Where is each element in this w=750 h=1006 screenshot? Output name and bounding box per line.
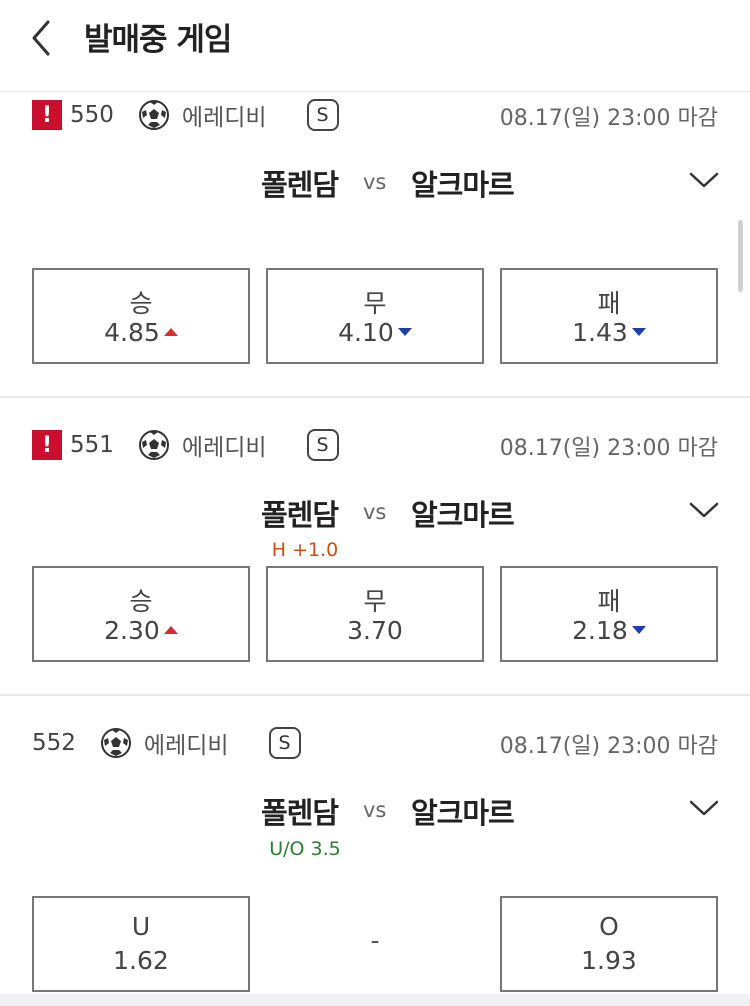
odds-button-lose[interactable]: 패 1.43 (500, 268, 718, 364)
deadline-text: 08.17(일) 23:00 마감 (499, 734, 718, 759)
odds-value-row: 2.30 (34, 616, 248, 645)
odds-value: 1.93 (581, 946, 637, 975)
odds-label: 패 (597, 587, 621, 616)
odds-button-lose[interactable]: 패 2.18 (500, 566, 718, 662)
league-name: 에레디비 (143, 733, 229, 759)
handicap-label: U/O 3.5 (269, 838, 341, 860)
alert-badge: ! (32, 100, 62, 130)
home-team: 폴렌담 (260, 796, 339, 830)
odds-value-row: 1.93 (502, 946, 716, 975)
odds-up-icon (163, 328, 178, 336)
away-team: 알크마르 (411, 796, 515, 830)
odds-label: 패 (597, 289, 621, 318)
odds-button-draw[interactable]: 무 4.10 (266, 268, 484, 364)
away-team: 알크마르 (411, 168, 515, 202)
bottom-strip (0, 994, 750, 1006)
game-meta-row: ! 550 에레디비 S (32, 98, 339, 132)
deadline-text: 08.17(일) 23:00 마감 (499, 436, 718, 461)
vs-label: vs (363, 170, 387, 194)
card-divider (0, 396, 750, 398)
no-draw-dash: - (370, 926, 380, 955)
card-divider (0, 694, 750, 696)
soccer-ball-icon (138, 430, 169, 460)
page-title: 발매중 게임 (84, 22, 232, 58)
odds-value: 4.10 (338, 318, 394, 347)
chevron-down-icon[interactable] (688, 498, 720, 522)
odds-value-row: 1.62 (34, 946, 248, 975)
game-number: 551 (70, 432, 114, 458)
odds-button-win[interactable]: 승 4.85 (32, 268, 250, 364)
soccer-ball-icon (138, 100, 169, 130)
odds-value: 2.30 (104, 616, 160, 645)
odds-value-row: 4.85 (34, 318, 248, 347)
odds-label: U (131, 912, 151, 941)
odds-down-icon (397, 328, 412, 336)
game-number: 552 (32, 730, 76, 756)
odds-value: 1.62 (113, 946, 169, 975)
odds-down-icon (631, 626, 646, 634)
odds-value: 4.85 (104, 318, 160, 347)
game-meta-row: ! 551 에레디비 S (32, 428, 339, 462)
handicap-label: H +1.0 (271, 539, 339, 561)
league-name: 에레디비 (181, 105, 267, 131)
odds-value: 3.70 (347, 616, 403, 645)
odds-value-row: 3.70 (268, 616, 482, 645)
odds-label: 승 (129, 587, 153, 616)
scrollbar-thumb[interactable] (738, 220, 743, 292)
odds-button-win[interactable]: 승 2.30 (32, 566, 250, 662)
odds-value-row: 2.18 (502, 616, 716, 645)
game-meta-row: 552 에레디비 S (32, 726, 301, 760)
deadline-text: 08.17(일) 23:00 마감 (499, 106, 718, 131)
odds-button-draw[interactable]: 무 3.70 (266, 566, 484, 662)
home-team: 폴렌담 (260, 498, 339, 532)
odds-label: O (599, 912, 619, 941)
game-type-badge: S (268, 727, 301, 759)
alert-badge: ! (32, 430, 62, 460)
odds-value: 2.18 (572, 616, 628, 645)
soccer-ball-icon (100, 728, 131, 758)
vs-label: vs (363, 500, 387, 524)
odds-value-row: 4.10 (268, 318, 482, 347)
game-type-badge: S (306, 99, 339, 131)
odds-button-under[interactable]: U 1.62 (32, 896, 250, 992)
odds-value-row: 1.43 (502, 318, 716, 347)
game-type-badge: S (306, 429, 339, 461)
match-row: 폴렌담 vs 알크마르 (0, 162, 750, 206)
match-row: 폴렌담 vs 알크마르 (0, 790, 750, 834)
match-row: 폴렌담 vs 알크마르 (0, 492, 750, 536)
home-team: 폴렌담 (260, 168, 339, 202)
chevron-down-icon[interactable] (688, 168, 720, 192)
odds-down-icon (631, 328, 646, 336)
vs-label: vs (363, 798, 387, 822)
odds-label: 무 (363, 289, 387, 318)
odds-up-icon (163, 626, 178, 634)
game-number: 550 (70, 102, 114, 128)
odds-label: 무 (363, 587, 387, 616)
chevron-down-icon[interactable] (688, 796, 720, 820)
back-arrow-icon[interactable] (24, 16, 60, 60)
odds-label: 승 (129, 289, 153, 318)
away-team: 알크마르 (411, 498, 515, 532)
app-header: 발매중 게임 (0, 0, 750, 92)
league-name: 에레디비 (181, 435, 267, 461)
odds-value: 1.43 (572, 318, 628, 347)
odds-button-over[interactable]: O 1.93 (500, 896, 718, 992)
